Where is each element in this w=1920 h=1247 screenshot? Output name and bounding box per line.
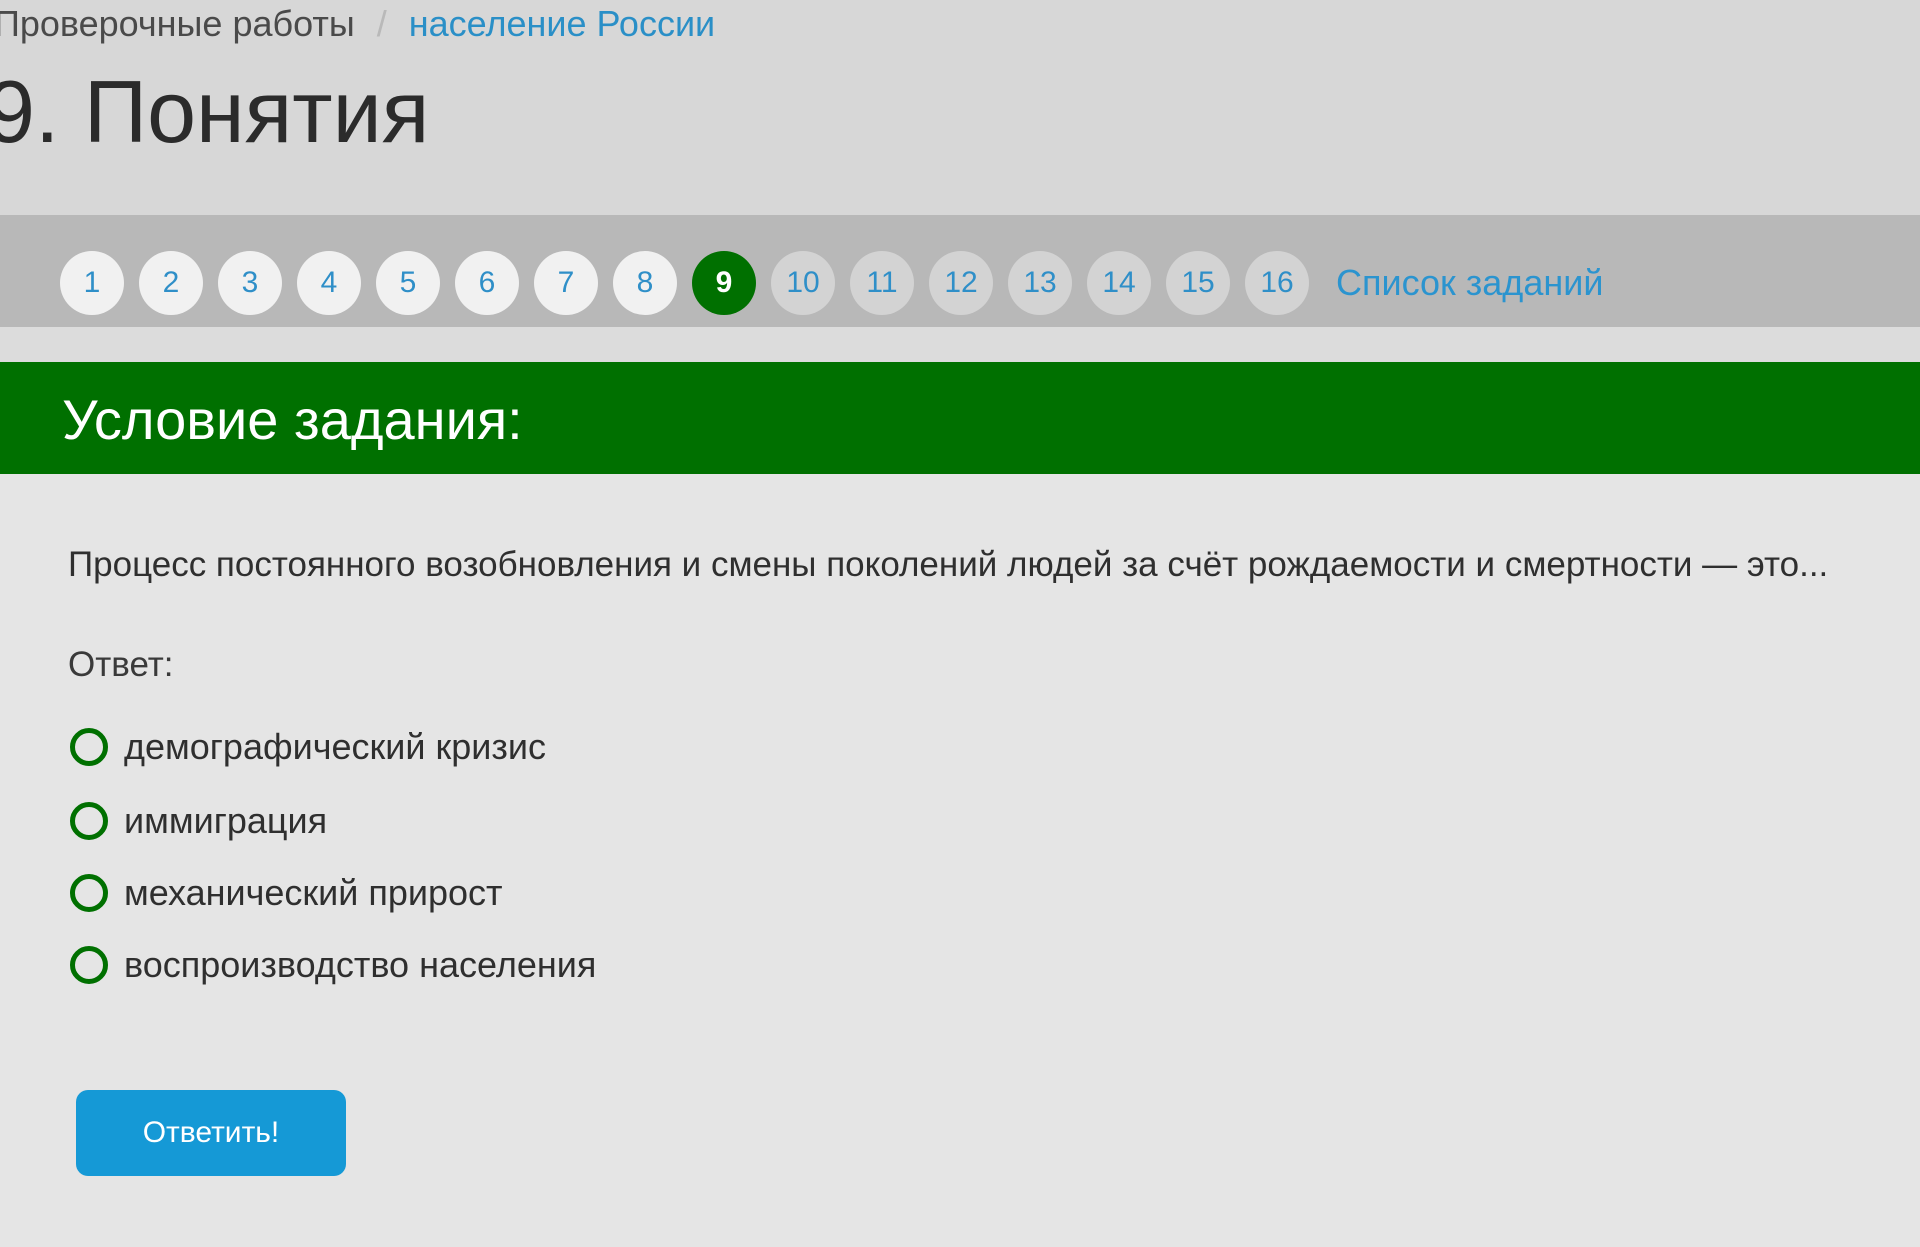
pager-item-13[interactable]: 13: [1008, 251, 1072, 315]
task-pager: 1 2 3 4 5 6 7 8 9 10 11 12 13 14 15 16 Список заданий: [0, 215, 1920, 327]
radio-button[interactable]: [70, 802, 108, 840]
pager-item-2[interactable]: 2: [139, 251, 203, 315]
condition-title: Условие задания:: [62, 388, 523, 451]
task-list-link[interactable]: Список заданий: [1336, 251, 1603, 315]
breadcrumb-separator: /: [376, 3, 387, 44]
submit-answer-button[interactable]: Ответить!: [76, 1090, 346, 1176]
pager-item-4[interactable]: 4: [297, 251, 361, 315]
pager-item-16[interactable]: 16: [1245, 251, 1309, 315]
radio-button[interactable]: [70, 728, 108, 766]
pager-item-12[interactable]: 12: [929, 251, 993, 315]
radio-button[interactable]: [70, 874, 108, 912]
answer-label: Ответ:: [68, 645, 174, 684]
answer-option-label: воспроизводство населения: [124, 944, 597, 985]
page-header: Проверочные работы / население России 9. П…: [0, 0, 1920, 215]
pager-item-7[interactable]: 7: [534, 251, 598, 315]
answer-option-label: демографический кризис: [124, 726, 546, 767]
breadcrumb-parent-link[interactable]: Проверочные работы: [0, 3, 355, 44]
pager-item-3[interactable]: 3: [218, 251, 282, 315]
pager-item-1[interactable]: 1: [60, 251, 124, 315]
pager-item-9[interactable]: 9: [692, 251, 756, 315]
condition-header: Условие задания:: [0, 362, 1920, 474]
pager-item-6[interactable]: 6: [455, 251, 519, 315]
pager-item-14[interactable]: 14: [1087, 251, 1151, 315]
radio-button[interactable]: [70, 946, 108, 984]
pager-item-8[interactable]: 8: [613, 251, 677, 315]
pager-item-15[interactable]: 15: [1166, 251, 1230, 315]
breadcrumb: Проверочные работы / население России: [0, 2, 715, 46]
pager-item-10[interactable]: 10: [771, 251, 835, 315]
answer-option-label: механический прирост: [124, 872, 503, 913]
task-panel: Условие задания: Процесс постоянного воз…: [0, 362, 1920, 1247]
pager-item-11[interactable]: 11: [850, 251, 914, 315]
pager-item-5[interactable]: 5: [376, 251, 440, 315]
answer-option-label: иммиграция: [124, 800, 328, 841]
breadcrumb-current-link[interactable]: население России: [409, 3, 715, 44]
question-text: Процесс постоянного возобновления и смен…: [68, 545, 1829, 584]
page-title: 9. Понятия: [0, 62, 430, 161]
